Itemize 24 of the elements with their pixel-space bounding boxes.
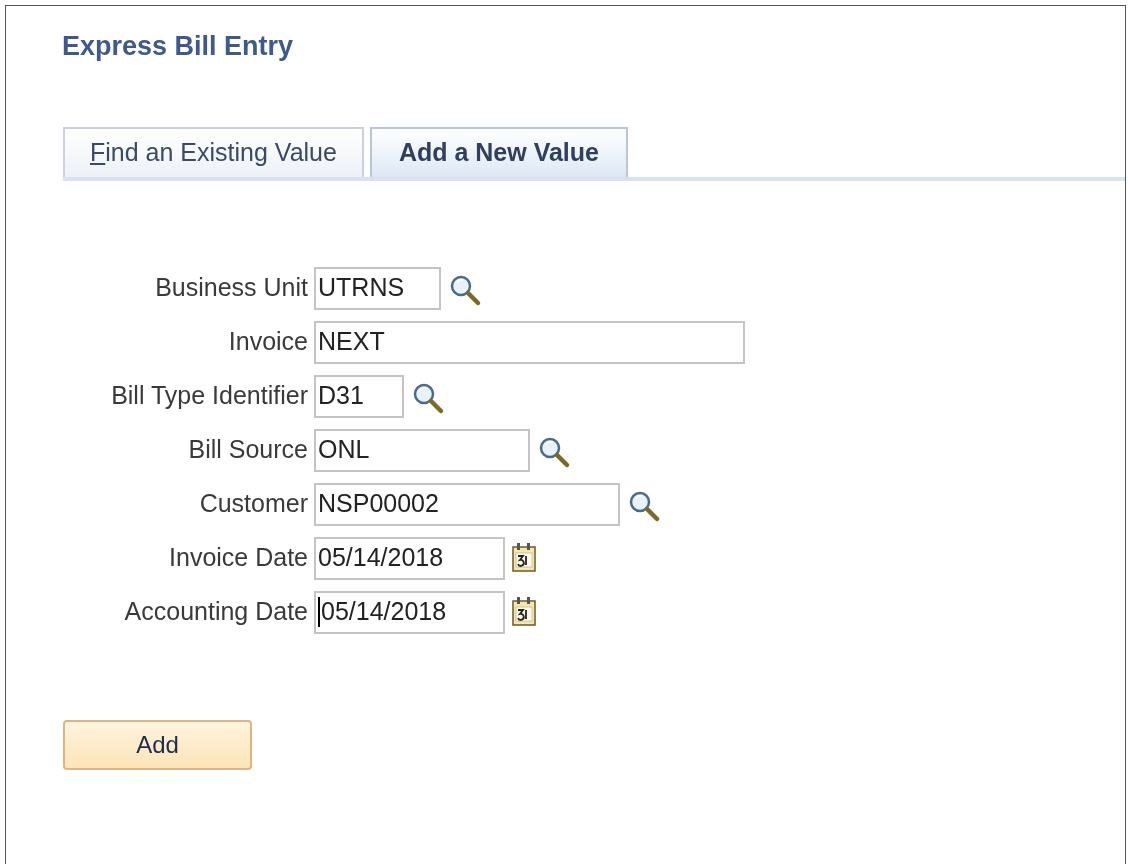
input-field[interactable]: UTRNS (314, 266, 441, 310)
tab[interactable]: Find an Existing Value (63, 126, 364, 177)
field-label: Business Unit (154, 272, 309, 304)
search-icon[interactable] (448, 273, 482, 307)
page-title: Express Bill Entry (62, 30, 294, 63)
field-label: Customer (198, 488, 309, 520)
search-icon[interactable] (537, 435, 571, 469)
input-field[interactable]: ONL (314, 428, 530, 472)
field-label: Bill Source (187, 434, 309, 466)
field-label: Accounting Date (123, 596, 309, 628)
input-field[interactable]: 05/14/2018 (314, 536, 505, 580)
calendar-icon[interactable] (511, 596, 539, 628)
add-button[interactable]: Add (63, 719, 252, 770)
search-icon[interactable] (627, 489, 661, 523)
input-field[interactable]: 05/14/2018 (314, 590, 505, 634)
input-field[interactable]: NSP00002 (314, 482, 620, 526)
field-label: Invoice Date (168, 542, 309, 574)
calendar-icon[interactable] (511, 542, 539, 574)
input-field[interactable]: D31 (314, 374, 404, 418)
search-icon[interactable] (411, 381, 445, 415)
field-label: Invoice (227, 326, 309, 358)
field-label: Bill Type Identifier (110, 380, 309, 412)
tab[interactable]: Add a New Value (369, 126, 628, 177)
input-field[interactable]: NEXT (314, 320, 745, 364)
